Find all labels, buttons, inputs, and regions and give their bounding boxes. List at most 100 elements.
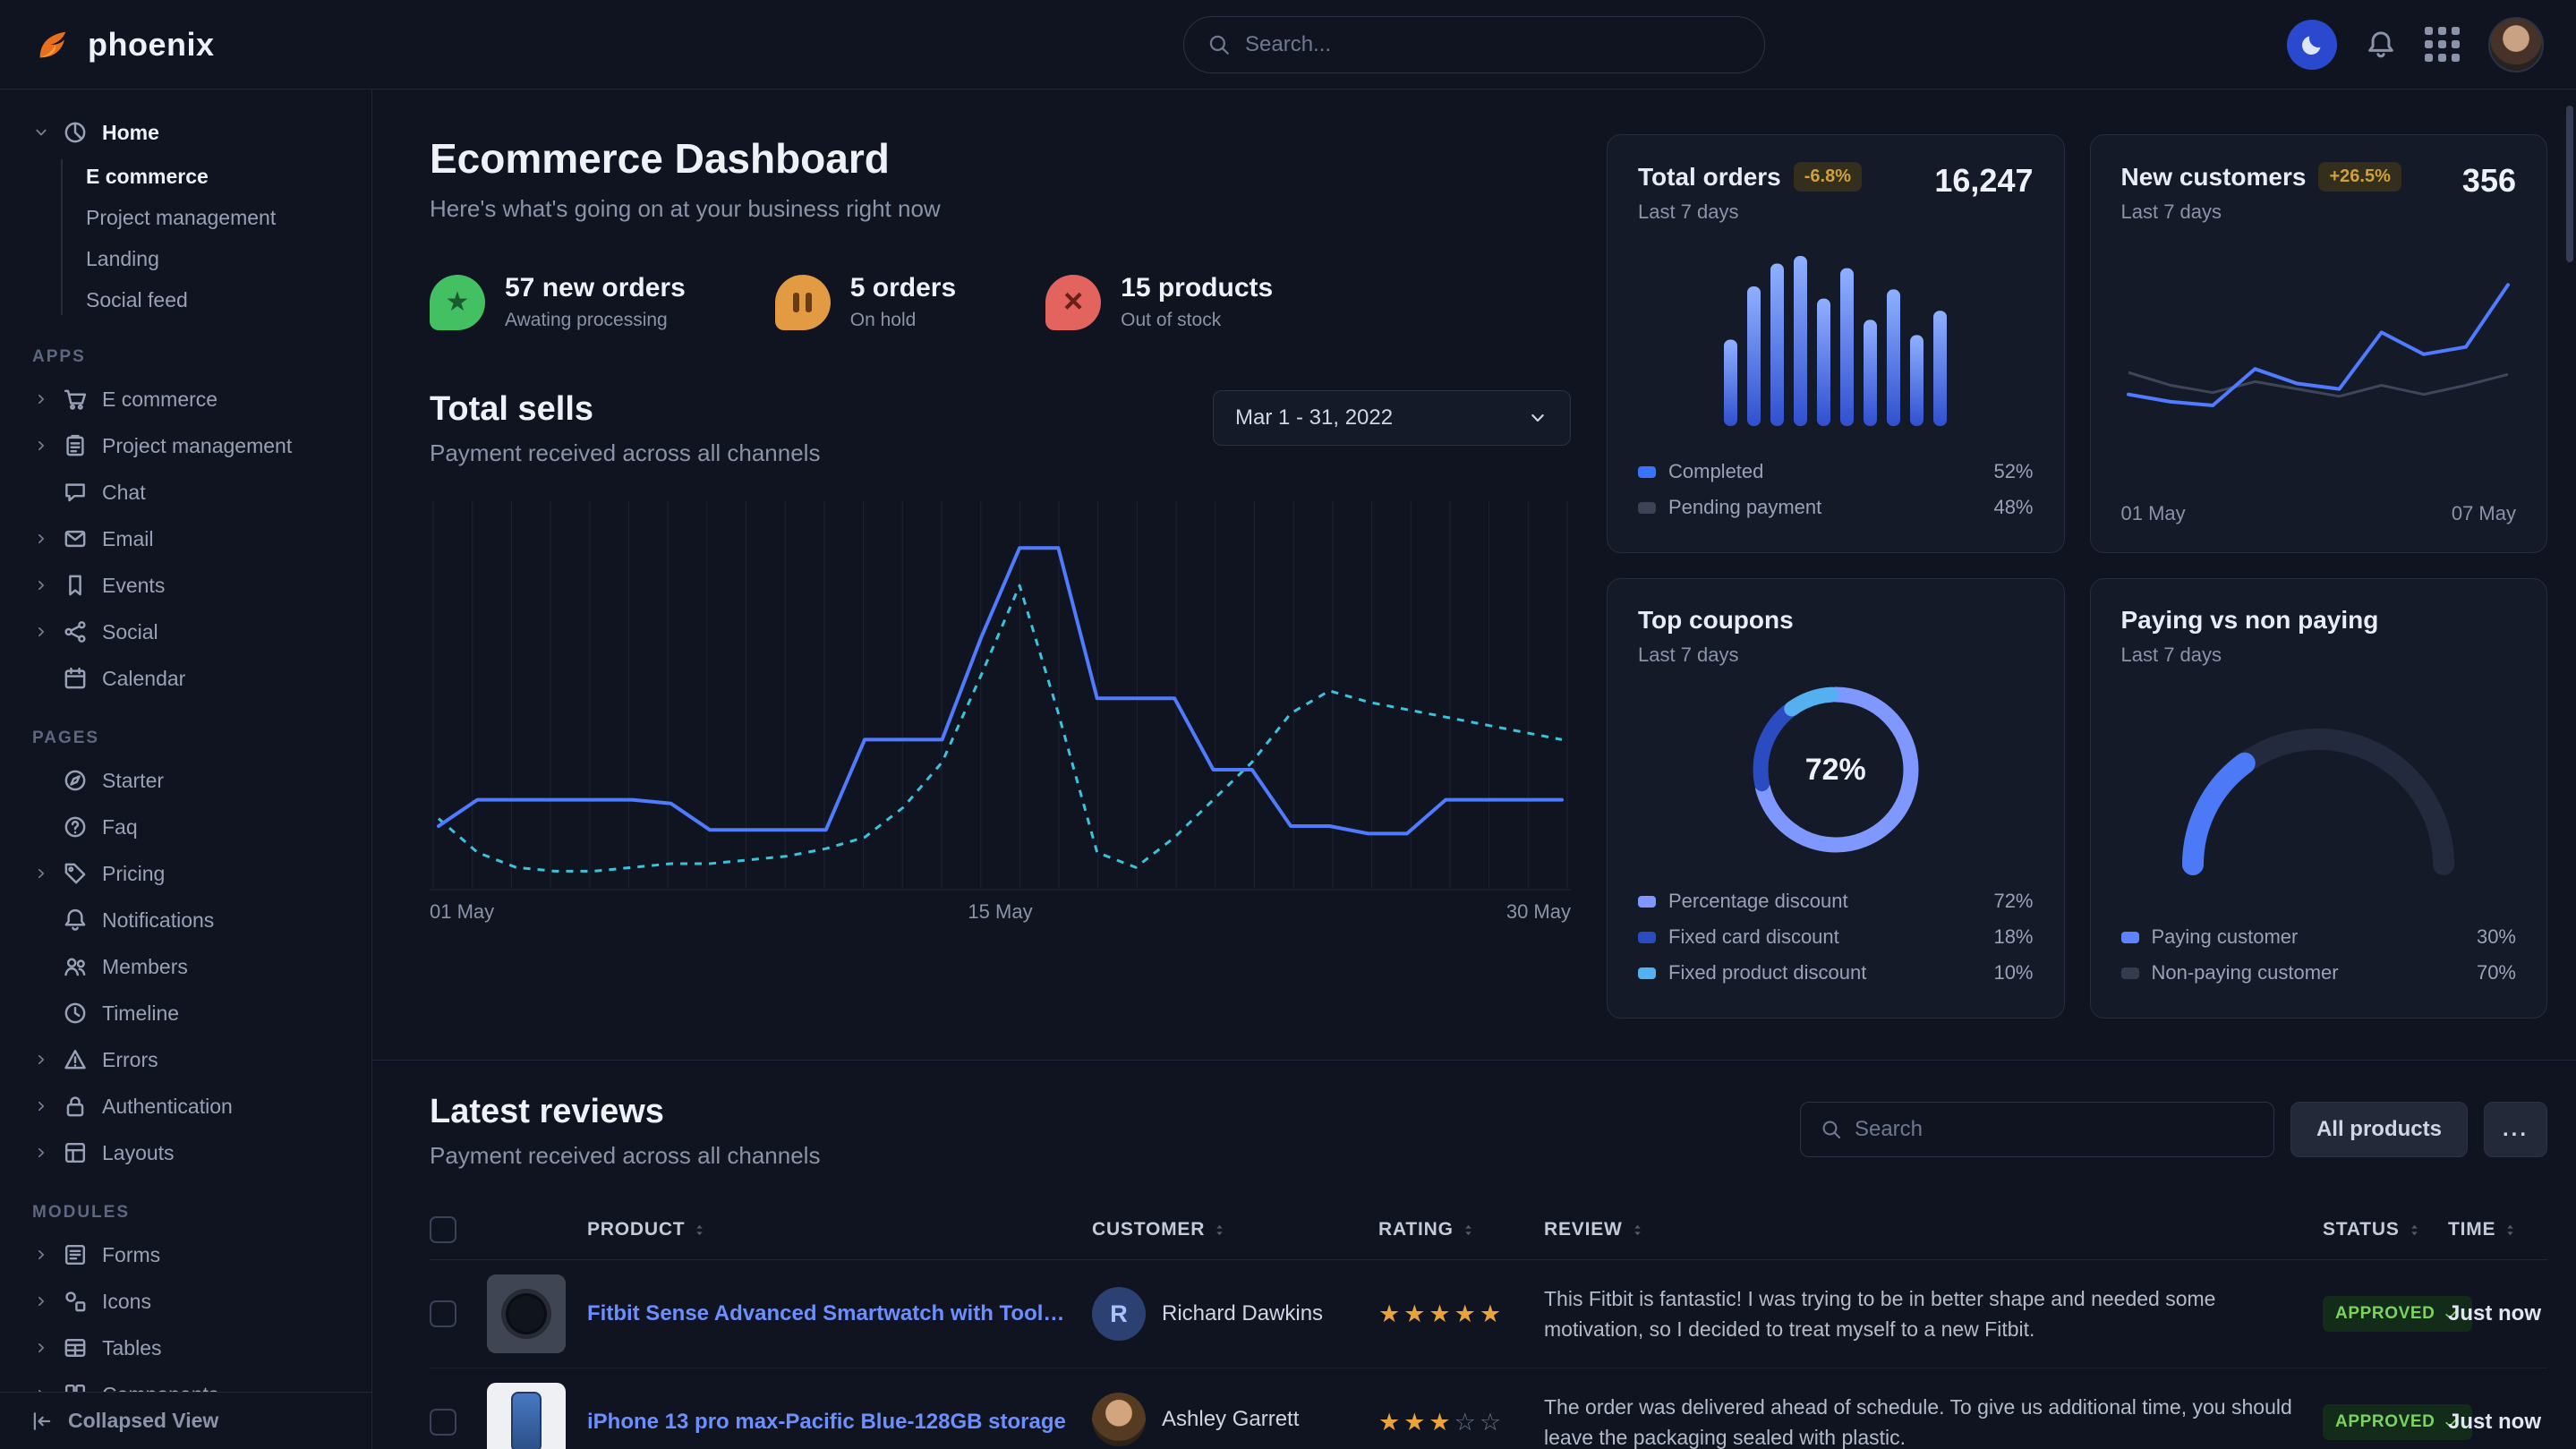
mail-icon bbox=[63, 526, 91, 551]
sidebar-item-label: Forms bbox=[102, 1243, 160, 1267]
sidebar-item-label: Calendar bbox=[102, 667, 185, 691]
reviews-search[interactable] bbox=[1800, 1102, 2274, 1157]
sidebar-item-components[interactable]: Components bbox=[25, 1371, 348, 1392]
dark-mode-toggle[interactable] bbox=[2287, 20, 2337, 70]
sidebar-item-calendar[interactable]: Calendar bbox=[25, 655, 348, 702]
x-axis-label: 01 May bbox=[430, 900, 494, 924]
sidebar-item-pricing[interactable]: Pricing bbox=[25, 850, 348, 897]
sidebar-item-label: Timeline bbox=[102, 1002, 179, 1026]
select-all-checkbox[interactable] bbox=[430, 1216, 456, 1243]
customer-avatar: R bbox=[1092, 1287, 1146, 1341]
global-search[interactable] bbox=[1183, 16, 1765, 73]
sidebar-item-home[interactable]: Home bbox=[25, 109, 348, 156]
sidebar-item-social[interactable]: Social bbox=[25, 609, 348, 655]
sidebar-item-icons[interactable]: Icons bbox=[25, 1278, 348, 1325]
x-axis-label: 30 May bbox=[1506, 900, 1571, 924]
users-icon bbox=[63, 954, 91, 979]
stat-caption: Awating processing bbox=[505, 310, 686, 331]
customer-name: Ashley Garrett bbox=[1162, 1407, 1299, 1432]
sidebar-item-tables[interactable]: Tables bbox=[25, 1325, 348, 1371]
legend-value: 52% bbox=[1993, 460, 2033, 483]
card-value: 16,247 bbox=[1934, 162, 2033, 200]
sidebar-item-label: Icons bbox=[102, 1290, 151, 1314]
sidebar-item-events[interactable]: Events bbox=[25, 562, 348, 609]
sidebar-item-timeline[interactable]: Timeline bbox=[25, 990, 348, 1036]
legend-value: 10% bbox=[1993, 961, 2033, 984]
sidebar-item-email[interactable]: Email bbox=[25, 516, 348, 562]
reviews-search-input[interactable] bbox=[1855, 1117, 2254, 1142]
search-input[interactable] bbox=[1245, 32, 1741, 57]
sidebar-item-layouts[interactable]: Layouts bbox=[25, 1129, 348, 1176]
sidebar-item-authentication[interactable]: Authentication bbox=[25, 1083, 348, 1129]
caret-right-icon bbox=[30, 1293, 52, 1309]
table-header-row: PRODUCTCUSTOMERRATING REVIEW STATUSTIME bbox=[430, 1198, 2547, 1260]
sidebar-item-landing[interactable]: Landing bbox=[86, 238, 348, 279]
reviews-table: PRODUCTCUSTOMERRATING REVIEW STATUSTIME Fit… bbox=[430, 1198, 2547, 1449]
sidebar-item-chat[interactable]: Chat bbox=[25, 469, 348, 516]
sidebar: HomeE commerceProject managementLandingS… bbox=[0, 89, 372, 1449]
thumb-header-cell bbox=[487, 1198, 587, 1260]
sidebar-item-e-commerce[interactable]: E commerce bbox=[86, 156, 348, 197]
pause-icon bbox=[775, 275, 831, 330]
form-icon bbox=[63, 1242, 91, 1267]
collapse-view-button[interactable]: Collapsed View bbox=[0, 1392, 371, 1449]
product-link[interactable]: Fitbit Sense Advanced Smartwatch with To… bbox=[587, 1301, 1070, 1326]
cart-icon bbox=[63, 387, 91, 412]
sidebar-item-members[interactable]: Members bbox=[25, 943, 348, 990]
notifications-button[interactable] bbox=[2366, 30, 2396, 60]
status-cell: APPROVED bbox=[2323, 1260, 2448, 1368]
sidebar-item-errors[interactable]: Errors bbox=[25, 1036, 348, 1083]
row-checkbox[interactable] bbox=[430, 1300, 456, 1327]
stat-out-of-stock: × 15 products Out of stock bbox=[1045, 273, 1273, 331]
chat-icon bbox=[63, 480, 91, 505]
sidebar-item-social-feed[interactable]: Social feed bbox=[86, 279, 348, 320]
legend-item: Fixed card discount 18% bbox=[1638, 919, 2034, 955]
table-row: Fitbit Sense Advanced Smartwatch with To… bbox=[430, 1260, 2547, 1368]
row-select-cell bbox=[430, 1368, 487, 1449]
paying-gauge-chart bbox=[2166, 708, 2470, 878]
more-options-button[interactable]: ... bbox=[2484, 1102, 2547, 1157]
sidebar-item-starter[interactable]: Starter bbox=[25, 757, 348, 804]
sidebar-item-label: Chat bbox=[102, 481, 146, 505]
legend-value: 70% bbox=[2477, 961, 2516, 984]
column-header-product[interactable]: PRODUCT bbox=[587, 1198, 1092, 1260]
product-link[interactable]: iPhone 13 pro max-Pacific Blue-128GB sto… bbox=[587, 1410, 1070, 1435]
product-cell: iPhone 13 pro max-Pacific Blue-128GB sto… bbox=[587, 1368, 1092, 1449]
row-select-cell bbox=[430, 1260, 487, 1368]
caret-right-icon bbox=[30, 1145, 52, 1161]
sort-icon bbox=[1212, 1223, 1227, 1238]
date-range-select[interactable]: Mar 1 - 31, 2022 bbox=[1213, 390, 1571, 446]
sidebar-item-e-commerce[interactable]: E commerce bbox=[25, 376, 348, 422]
column-header-time[interactable]: TIME bbox=[2448, 1198, 2547, 1260]
column-header-rating[interactable]: RATING bbox=[1378, 1198, 1544, 1260]
apps-grid-button[interactable] bbox=[2425, 27, 2460, 62]
page-scrollbar[interactable] bbox=[2566, 106, 2573, 262]
column-header-customer[interactable]: CUSTOMER bbox=[1092, 1198, 1378, 1260]
table-row: iPhone 13 pro max-Pacific Blue-128GB sto… bbox=[430, 1368, 2547, 1449]
sidebar-item-notifications[interactable]: Notifications bbox=[25, 897, 348, 943]
column-header-status[interactable]: STATUS bbox=[2323, 1198, 2448, 1260]
x-axis-label: 01 May bbox=[2121, 502, 2186, 525]
sidebar-item-faq[interactable]: Faq bbox=[25, 804, 348, 850]
column-label: RATING bbox=[1378, 1219, 1454, 1240]
stat-orders-on-hold: 5 orders On hold bbox=[775, 273, 956, 331]
top-navbar: phoenix bbox=[0, 0, 2576, 89]
legend: Paying customer 30% Non-paying customer … bbox=[2121, 919, 2517, 991]
sidebar-item-forms[interactable]: Forms bbox=[25, 1232, 348, 1278]
card-period: Last 7 days bbox=[1638, 200, 1862, 224]
sidebar-item-project-management[interactable]: Project management bbox=[25, 422, 348, 469]
brand[interactable]: phoenix bbox=[32, 24, 215, 65]
sort-icon bbox=[1630, 1223, 1645, 1238]
user-avatar[interactable] bbox=[2488, 17, 2544, 72]
customer-cell: Ashley Garrett bbox=[1092, 1368, 1378, 1449]
column-label: REVIEW bbox=[1544, 1219, 1623, 1240]
sidebar-item-label: E commerce bbox=[102, 388, 218, 412]
all-products-button[interactable]: All products bbox=[2290, 1102, 2468, 1157]
chevron-down-icon bbox=[1527, 407, 1548, 429]
legend-label: Pending payment bbox=[1668, 496, 1821, 519]
time-cell: Just now bbox=[2448, 1260, 2547, 1368]
row-checkbox[interactable] bbox=[430, 1409, 456, 1436]
components-icon bbox=[63, 1382, 91, 1392]
sidebar-item-project-management[interactable]: Project management bbox=[86, 197, 348, 238]
column-header-review[interactable]: REVIEW bbox=[1544, 1198, 2323, 1260]
